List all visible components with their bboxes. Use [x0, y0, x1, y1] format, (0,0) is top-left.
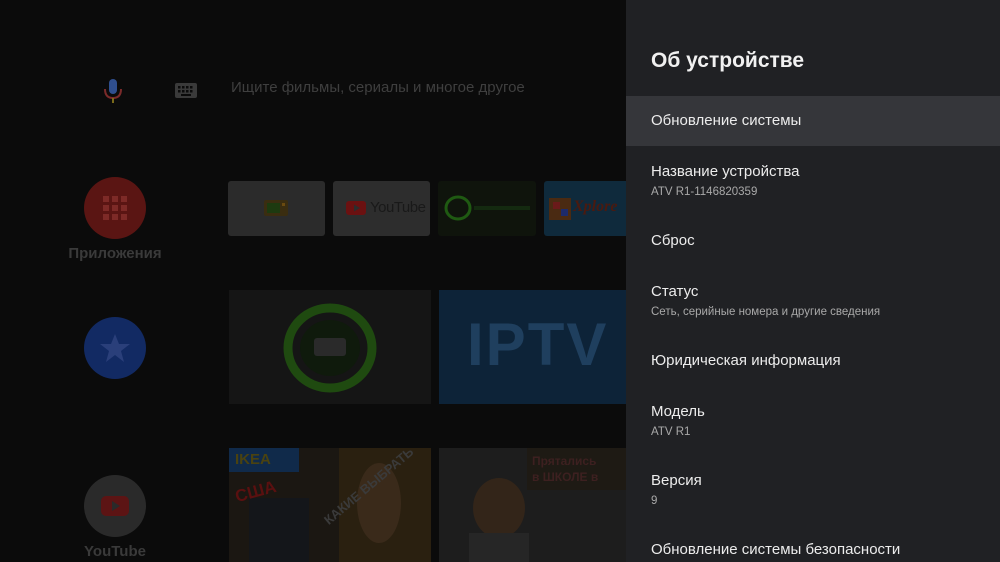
menu-item-version[interactable]: Версия 9	[626, 459, 1000, 521]
menu-item-security-update[interactable]: Обновление системы безопасности	[626, 528, 1000, 562]
itv-logo	[444, 195, 530, 221]
apps-grid-icon	[84, 177, 146, 239]
star-icon	[84, 317, 146, 379]
about-device-panel: Об устройстве Обновление системы Названи…	[626, 0, 1000, 562]
panel-title: Об устройстве	[651, 49, 805, 72]
menu-item-system-update-title: Обновление системы	[651, 112, 802, 129]
rail-favorites[interactable]	[60, 317, 170, 385]
itv-big-logo	[283, 303, 377, 393]
search-placeholder[interactable]: Ищите фильмы, сериалы и многое другое	[231, 79, 525, 96]
youtube-tile-label: YouTube	[370, 199, 426, 216]
menu-item-status-title: Статус	[651, 283, 699, 300]
rail-youtube-label: YouTube	[84, 543, 146, 560]
search-bar[interactable]: Ищите фильмы, сериалы и многое другое	[0, 60, 626, 120]
school-label-2: в ШКОЛЕ в	[532, 470, 599, 484]
tv-app-icon	[264, 200, 288, 216]
youtube-icon	[84, 475, 146, 537]
menu-item-device-name-value: ATV R1-1146820359	[651, 186, 758, 198]
card-video-school[interactable]: Прятались в ШКОЛЕ в	[439, 448, 626, 562]
menu-item-status-subtitle: Сеть, серийные номера и другие сведения	[651, 306, 881, 318]
menu-item-device-name[interactable]: Название устройства ATV R1-1146820359	[626, 150, 1000, 212]
keyboard-icon[interactable]	[173, 80, 199, 102]
card-iptv[interactable]: IPTV	[439, 290, 626, 404]
microphone-icon[interactable]	[100, 76, 126, 106]
app-tile-itv[interactable]	[438, 181, 536, 236]
xplore-tile-label: Xplore	[573, 198, 618, 215]
school-label-1: Прятались	[532, 454, 597, 468]
menu-item-device-name-title: Название устройства	[651, 163, 800, 180]
menu-item-system-update[interactable]: Обновление системы	[626, 96, 1000, 146]
app-tile-tv[interactable]	[228, 181, 325, 236]
menu-item-security-update-title: Обновление системы безопасности	[651, 541, 901, 558]
menu-item-legal-info[interactable]: Юридическая информация	[626, 338, 1000, 386]
menu-item-reset-title: Сброс	[651, 232, 695, 249]
rail-apps[interactable]: Приложения	[60, 177, 170, 262]
menu-item-status[interactable]: Статус Сеть, серийные номера и другие св…	[626, 270, 1000, 332]
card-video-ikea[interactable]: IKEA США КАКИЕ ВЫБРАТЬ	[229, 448, 431, 562]
card-itv[interactable]	[229, 290, 431, 404]
menu-item-legal-info-title: Юридическая информация	[651, 352, 841, 369]
menu-item-version-value: 9	[651, 495, 658, 507]
menu-item-model-value: ATV R1	[651, 426, 691, 438]
menu-item-model[interactable]: Модель ATV R1	[626, 390, 1000, 452]
card-iptv-title: IPTV	[467, 311, 609, 378]
menu-item-reset[interactable]: Сброс	[626, 218, 1000, 266]
app-tile-xplore[interactable]: Xplore	[544, 181, 626, 236]
ikea-label: IKEA	[235, 451, 271, 468]
rail-youtube[interactable]: YouTube	[60, 475, 170, 560]
menu-item-version-title: Версия	[651, 472, 702, 489]
rail-apps-label: Приложения	[68, 245, 162, 262]
menu-item-model-title: Модель	[651, 403, 705, 420]
app-tile-youtube[interactable]: YouTube	[333, 181, 430, 236]
